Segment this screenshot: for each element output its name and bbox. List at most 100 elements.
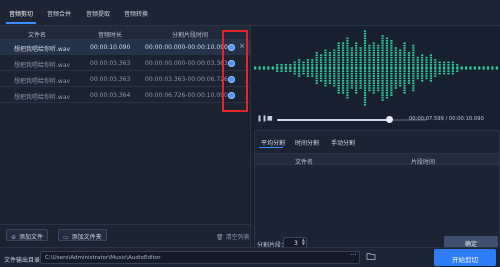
waveform-bar-segment xyxy=(337,89,340,92)
waveform-bar-segment xyxy=(337,52,340,54)
waveform-bar-segment xyxy=(363,61,367,64)
waveform[interactable] xyxy=(253,26,499,110)
waveform-bar-segment xyxy=(363,35,367,37)
waveform-bar-segment xyxy=(311,68,314,70)
waveform-bar-segment xyxy=(368,80,371,82)
waveform-bar-segment xyxy=(447,66,450,68)
tab-average-split[interactable]: 平均分割 xyxy=(261,138,285,147)
tab-audio-cut[interactable]: 音频剪切 xyxy=(9,9,33,18)
waveform-bar-segment xyxy=(372,82,375,84)
stop-icon[interactable]: ■ xyxy=(267,115,273,122)
waveform-bar-segment xyxy=(284,66,288,68)
waveform-bar-segment xyxy=(381,72,384,75)
waveform-bar-segment xyxy=(337,70,340,72)
table-row[interactable]: 想把我唱给你听.wav 00:00:10.090 00:00:00.000-00… xyxy=(0,40,250,55)
waveform-bar-segment xyxy=(390,42,393,44)
output-path-field[interactable]: C:\Users\Administrator\Music\AudioEditor xyxy=(40,251,360,264)
waveform-bar-segment xyxy=(346,72,349,75)
waveform-bar-segment xyxy=(416,68,419,70)
waveform-bar-segment xyxy=(333,80,336,82)
waveform-bar-segment xyxy=(399,82,402,84)
pause-icon[interactable]: ❚❚ xyxy=(257,115,267,122)
open-folder-icon[interactable] xyxy=(366,251,376,261)
waveform-bar-segment xyxy=(368,49,371,52)
waveform-bar-segment xyxy=(385,89,389,92)
table-row[interactable]: 想把我唱给你听.wav 00:00:03.363 00:00:03.363-00… xyxy=(0,72,250,87)
waveform-bar-segment xyxy=(491,68,494,70)
progress-track[interactable] xyxy=(277,119,427,121)
waveform-bar-segment xyxy=(372,64,375,66)
waveform-bar-segment xyxy=(394,64,397,66)
waveform-bar-segment xyxy=(363,92,367,94)
waveform-bar-segment xyxy=(377,87,380,89)
waveform-bar-segment xyxy=(298,66,301,68)
waveform-bar-segment xyxy=(421,70,424,72)
waveform-bar-segment xyxy=(350,75,353,77)
waveform-bar-segment xyxy=(346,49,349,52)
waveform-bar-segment xyxy=(311,61,314,64)
row-duration: 00:00:10.090 xyxy=(90,44,131,51)
waveform-bar-segment xyxy=(363,99,367,101)
waveform-bar-segment xyxy=(451,72,454,75)
table-row[interactable]: 想把我唱给你听.wav 00:00:03.363 00:00:00.000-00… xyxy=(0,56,250,71)
waveform-bar-segment xyxy=(341,75,345,77)
waveform-bar-segment xyxy=(482,68,485,70)
waveform-bar-segment xyxy=(381,49,384,52)
tab-audio-extract[interactable]: 音频提取 xyxy=(86,9,110,18)
waveform-bar-segment xyxy=(328,66,331,68)
waveform-bar-segment xyxy=(333,59,336,61)
tab-manual-split[interactable]: 手动分割 xyxy=(331,138,355,147)
waveform-bar-segment xyxy=(315,75,318,77)
table-row[interactable]: 想把我唱给你听.wav 00:00:03.364 00:00:06.726-00… xyxy=(0,88,250,103)
waveform-bar-segment xyxy=(302,68,305,70)
waveform-bar-segment xyxy=(341,89,345,92)
waveform-bar-segment xyxy=(276,68,279,70)
add-file-button[interactable]: ⊕ 添加文件 xyxy=(6,229,49,241)
waveform-bar-segment xyxy=(341,77,345,80)
clear-list-button[interactable]: 🗑 清空列表 xyxy=(216,232,250,241)
waveform-bar-segment xyxy=(456,70,459,72)
waveform-bar-segment xyxy=(394,82,397,84)
waveform-bar-segment xyxy=(341,64,345,66)
waveform-bar-segment xyxy=(416,56,419,59)
waveform-bar-segment xyxy=(262,66,266,68)
waveform-bar-segment xyxy=(306,68,310,70)
waveform-bar-segment xyxy=(372,59,375,61)
waveform-bar-segment xyxy=(390,61,393,64)
browse-button[interactable]: ··· xyxy=(350,251,357,259)
waveform-bar-segment xyxy=(271,66,274,68)
waveform-bar-segment xyxy=(368,61,371,64)
waveform-bar-segment xyxy=(377,54,380,56)
row-segment: 00:00:00.000-00:00:03.363 xyxy=(145,60,228,67)
waveform-bar-segment xyxy=(363,66,367,68)
tab-time-split[interactable]: 时间分割 xyxy=(295,138,319,147)
waveform-bar-segment xyxy=(328,54,331,56)
waveform-bar-segment xyxy=(451,68,454,70)
tab-audio-merge[interactable]: 音频合并 xyxy=(47,9,71,18)
waveform-bar-segment xyxy=(346,42,349,44)
waveform-bar-segment xyxy=(372,89,375,92)
stepper-arrows-icon[interactable]: ▲ ▼ xyxy=(302,238,305,246)
waveform-bar-segment xyxy=(337,84,340,87)
waveform-bar-segment xyxy=(385,44,389,47)
waveform-bar-segment xyxy=(407,64,411,66)
add-folder-button[interactable]: ▭ 添加文件夹 xyxy=(58,229,107,241)
waveform-bar-segment xyxy=(412,68,415,70)
waveform-bar-segment xyxy=(385,64,389,66)
highlight-annotation-box xyxy=(222,30,248,112)
waveform-bar-segment xyxy=(346,92,349,94)
waveform-bar-segment xyxy=(355,72,358,75)
waveform-bar-segment xyxy=(399,64,402,66)
waveform-bar-segment xyxy=(381,87,384,89)
progress-handle[interactable] xyxy=(386,116,393,123)
waveform-bar-segment xyxy=(315,59,318,61)
waveform-bar-segment xyxy=(346,77,349,80)
waveform-bar-segment xyxy=(293,68,296,70)
start-cut-button[interactable]: 开始剪切 xyxy=(434,249,496,266)
waveform-bar-segment xyxy=(429,66,433,68)
row-duration: 00:00:03.363 xyxy=(90,60,131,67)
tab-audio-convert[interactable]: 音频转换 xyxy=(124,9,148,18)
waveform-bar-segment xyxy=(311,59,314,61)
waveform-bar-segment xyxy=(372,80,375,82)
waveform-bar-segment xyxy=(280,70,283,72)
